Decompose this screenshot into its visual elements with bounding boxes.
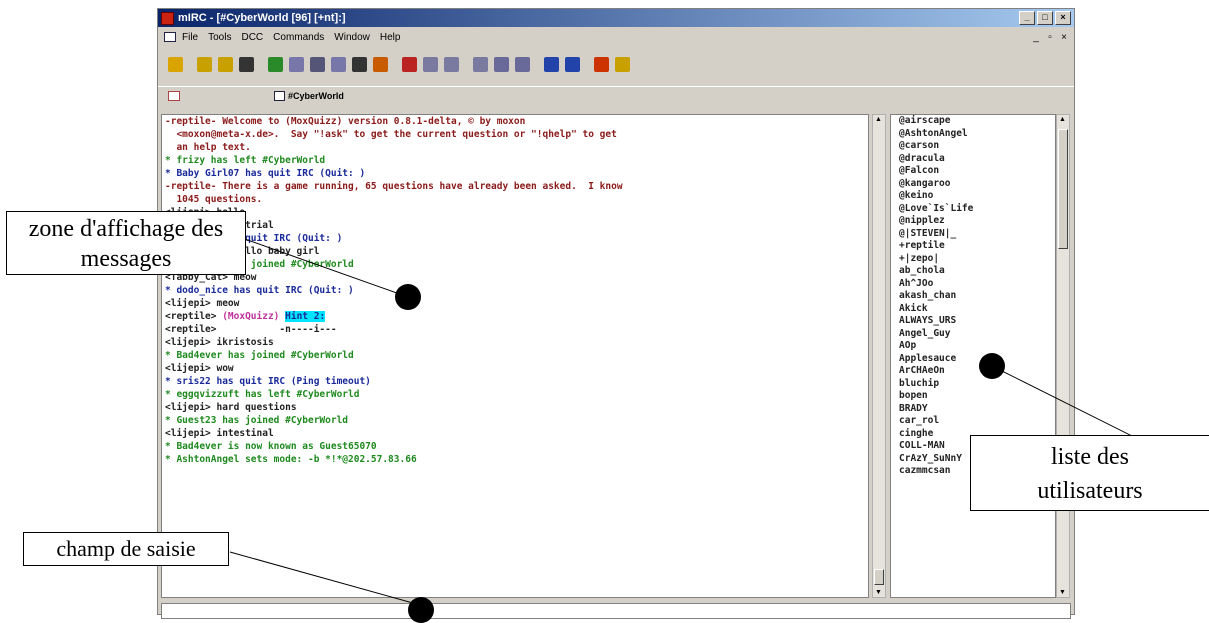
input-field-marker [408,597,434,623]
messages-zone-marker [395,284,421,310]
users-list-marker [979,353,1005,379]
callout-lines [229,237,1151,606]
input-field-label: champ de saisie [23,532,229,566]
users-list-label: liste des utilisateurs [970,435,1209,511]
messages-zone-label: zone d'affichage des messages [6,211,246,275]
